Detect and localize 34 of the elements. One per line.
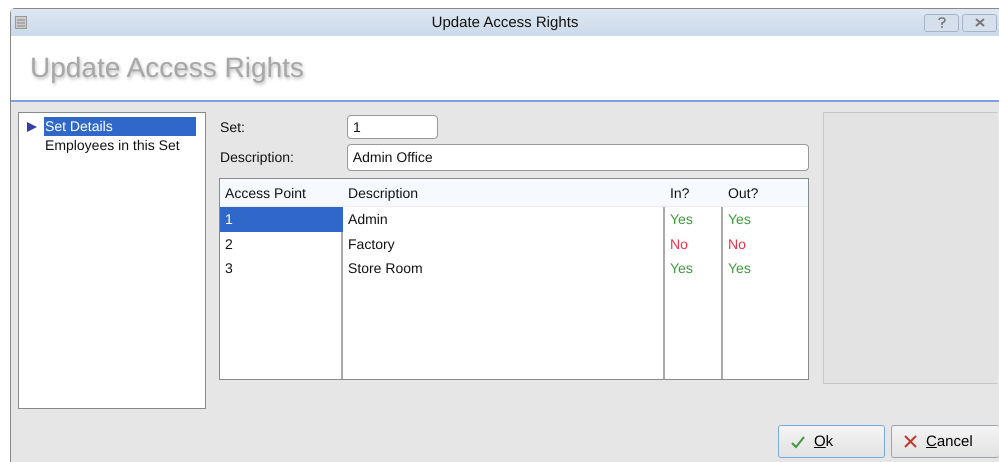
table-cell[interactable]: 2 (220, 232, 343, 256)
table-cell-text: No (727, 234, 747, 254)
table-cell[interactable]: 1 (220, 207, 343, 232)
help-button[interactable] (924, 14, 959, 32)
close-icon (974, 18, 984, 27)
field-label: Set: (219, 119, 246, 135)
column-header[interactable]: Access Point (220, 179, 343, 206)
column-header[interactable]: In? (665, 179, 723, 206)
page-heading: Update Access Rights (30, 52, 304, 84)
ok-button[interactable]: Ok (778, 425, 885, 458)
field-label: Description: (219, 149, 295, 165)
column-header[interactable]: Out? (723, 179, 803, 206)
help-icon (938, 17, 946, 28)
close-button[interactable] (962, 14, 997, 32)
table-cell-text: Admin (347, 210, 389, 229)
table-cell-text: No (669, 234, 689, 254)
nav-item[interactable]: Employees in this Set (44, 136, 181, 155)
menu-icon[interactable] (15, 16, 27, 29)
table-cell-text: Yes (727, 259, 752, 278)
nav-item[interactable]: Set Details (44, 117, 196, 136)
pointer-icon (27, 122, 37, 132)
table-cell[interactable]: 3 (220, 256, 343, 280)
input-field[interactable]: Admin Office (346, 144, 809, 170)
window-title: Update Access Rights (432, 14, 578, 31)
table-cell-text: Store Room (347, 259, 424, 278)
input-field[interactable]: 1 (347, 115, 438, 139)
column-header[interactable]: Description (343, 179, 665, 206)
table-cell-text: Yes (669, 259, 694, 278)
table-cell-text: Factory (347, 234, 396, 254)
table-cell-text: Yes (727, 210, 752, 229)
table-cell-text: Yes (669, 210, 694, 229)
cancel-button[interactable]: Cancel (891, 425, 999, 458)
close-icon (904, 435, 917, 448)
check-icon (791, 434, 805, 448)
